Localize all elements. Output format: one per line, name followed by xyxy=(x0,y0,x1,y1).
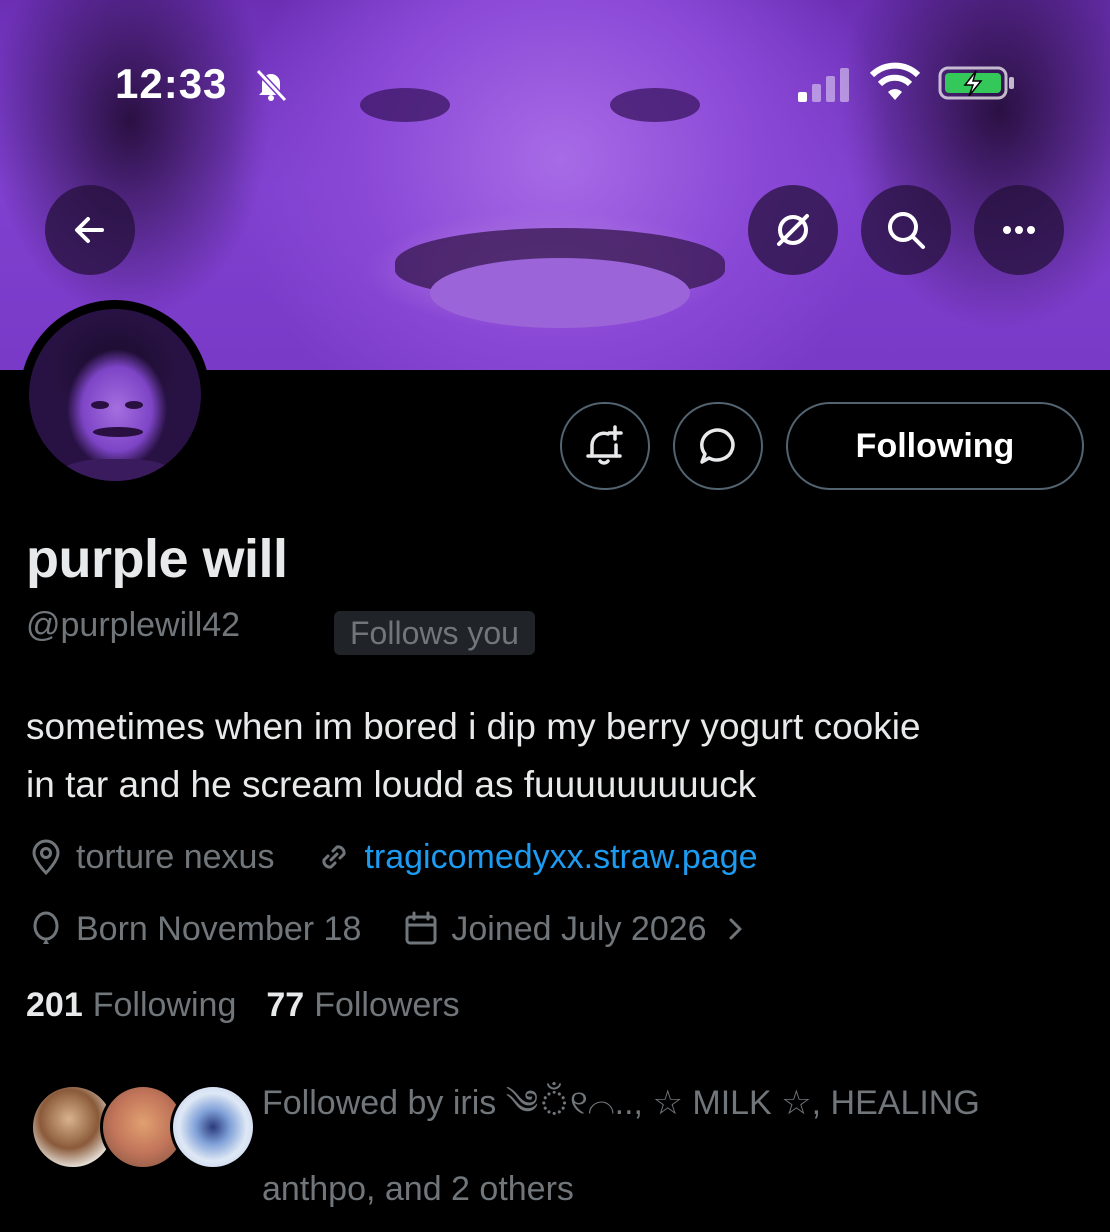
follow-stats: 201 Following 77 Followers xyxy=(26,986,460,1025)
following-button[interactable]: Following xyxy=(786,402,1084,490)
chevron-right-icon[interactable] xyxy=(721,914,751,944)
followed-by-text[interactable]: Followed by iris ༄ঁ୧⌒.., ☆ MILK ☆, HEALI… xyxy=(262,1060,1062,1232)
follows-you-badge: Follows you xyxy=(334,611,535,655)
search-button[interactable] xyxy=(861,185,951,275)
followed-by-line-1: Followed by iris ༄ঁ୧⌒.., ☆ MILK ☆, HEALI… xyxy=(262,1084,980,1122)
user-handle: @purplewill42 xyxy=(26,606,241,644)
followers-count: 77 xyxy=(266,986,305,1024)
grok-icon xyxy=(777,214,809,246)
back-button[interactable] xyxy=(45,185,135,275)
bio-line-1: sometimes when im bored i dip my berry y… xyxy=(26,706,921,747)
message-bubble-icon xyxy=(700,428,735,464)
followers-label: Followers xyxy=(314,986,460,1024)
profile-avatar[interactable] xyxy=(20,300,210,490)
following-label: Following xyxy=(92,986,237,1024)
followers-stat[interactable]: 77 Followers xyxy=(266,986,459,1025)
birthday-joined-row: Born November 18 Joined July 2026 xyxy=(26,904,751,954)
bell-off-icon xyxy=(255,68,288,103)
message-button[interactable] xyxy=(673,402,763,490)
search-icon xyxy=(888,212,925,249)
display-name: purple will xyxy=(26,529,288,589)
location-text: torture nexus xyxy=(76,837,275,876)
location-pin-icon xyxy=(32,839,60,876)
bell-plus-icon xyxy=(586,425,623,465)
website-link[interactable]: tragicomedyxx.straw.page xyxy=(364,838,757,877)
avatar xyxy=(170,1084,256,1170)
followed-by-line-2: anthpo, and 2 others xyxy=(262,1170,574,1208)
link-icon xyxy=(322,845,346,869)
bio-line-2: in tar and he scream loudd as fuuuuuuuuu… xyxy=(26,764,757,805)
following-count: 201 xyxy=(26,986,83,1024)
following-stat[interactable]: 201 Following xyxy=(26,986,236,1025)
banner-lips xyxy=(430,258,690,328)
location-link-row: torture nexus tragicomedyxx.straw.page xyxy=(26,832,758,882)
notify-button[interactable] xyxy=(560,402,650,490)
profile-bio: sometimes when im bored i dip my berry y… xyxy=(26,698,1086,814)
joined-text[interactable]: Joined July 2026 xyxy=(451,910,706,949)
calendar-icon xyxy=(405,911,437,945)
more-button[interactable] xyxy=(974,185,1064,275)
status-bar: 12:33 xyxy=(0,0,1110,160)
wifi-icon xyxy=(870,62,920,100)
battery-charging-icon xyxy=(938,66,1014,100)
arrow-left-icon xyxy=(75,217,104,243)
avatar-image xyxy=(29,309,201,481)
balloon-icon xyxy=(33,911,59,944)
more-icon xyxy=(1003,226,1035,234)
birthday-text: Born November 18 xyxy=(76,909,362,948)
grok-button[interactable] xyxy=(748,185,838,275)
cell-signal-icon xyxy=(798,68,849,102)
status-time: 12:33 xyxy=(115,60,228,107)
followed-by-avatars[interactable] xyxy=(30,1084,256,1174)
